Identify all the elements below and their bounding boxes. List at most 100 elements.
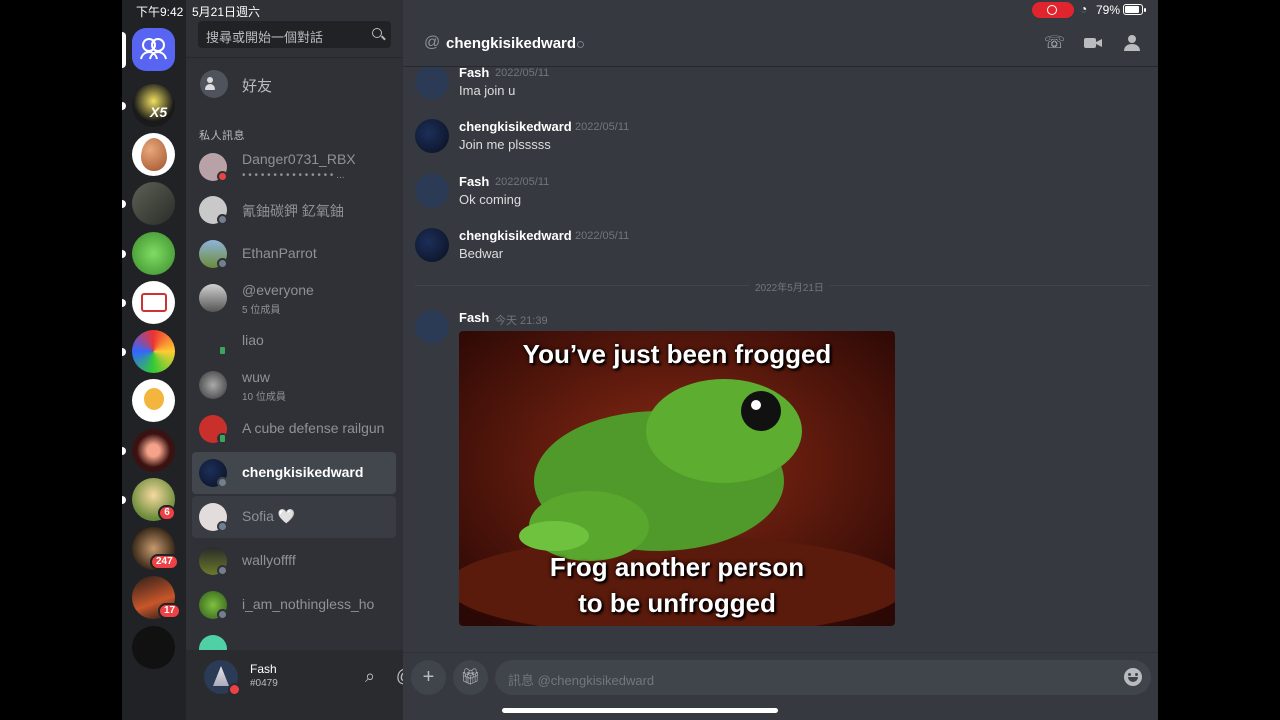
dm-name: Sofia 🤍 [242,508,296,524]
dm-item[interactable]: Sofia 🤍 [192,496,396,538]
server-icon-orb[interactable] [132,429,175,472]
message-timestamp: 2022/05/11 [495,67,550,79]
status-offline-icon [577,41,584,48]
dm-section-header: 私人訊息 [199,130,245,142]
dm-name: @everyone [242,282,314,298]
avatar[interactable] [415,310,449,344]
dm-item[interactable]: 氰鈾碳鉀 釔氧鈾 [192,189,396,231]
dm-name: EthanParrot [242,245,317,261]
dm-name: A cube defense railgun [242,420,385,436]
mention-badge: 6 [158,505,176,521]
discord-home-icon [140,38,167,60]
video-call-icon[interactable] [1083,33,1103,53]
message-text: Bedwar [459,246,504,261]
dm-item[interactable] [192,628,396,650]
message-text: Ok coming [459,192,522,207]
status-offline-icon [217,565,228,576]
group-dm-item[interactable]: @everyone 5 位成員 [192,277,396,319]
server-icon-cube[interactable] [132,330,175,373]
dm-sidebar: 搜尋或開始一個對話 好友 私人訊息 Danger0731_RBX • • • •… [186,0,403,720]
message-input[interactable]: 訊息 @chengkisikedward [495,660,1151,695]
dm-custom-status: • • • • • • • • • • • • • • • ... [242,170,345,181]
status-offline-icon [217,477,228,488]
image-attachment[interactable]: You’ve just been frogged Frog another pe… [459,331,895,626]
status-dnd-icon [228,683,241,696]
message-text: Join me plsssss [459,137,551,152]
unread-indicator [122,447,126,455]
message-timestamp: 2022/05/11 [495,176,550,188]
mention-badge: 247 [150,554,179,570]
message-author[interactable]: Fash [459,174,489,189]
friends-label: 好友 [242,78,273,95]
status-offline-icon [217,258,228,269]
search-input[interactable]: 搜尋或開始一個對話 [198,21,391,48]
avatar [199,635,227,650]
status-bar: 下午9:42 5月21日週六 ◔ 79% [122,0,1158,20]
group-dm-item[interactable]: wuw 10 位成員 [192,364,396,406]
dm-item[interactable]: i_am_nothingless_ho [192,584,396,626]
member-count: 10 位成員 [242,392,286,403]
unread-indicator [122,200,126,208]
gift-icon[interactable]: 🎁︎ [453,660,488,695]
server-icon-dark[interactable] [132,626,175,669]
at-icon: @ [424,34,441,51]
status-offline-icon [217,609,228,620]
avatar[interactable] [415,174,449,208]
server-icon-emoji[interactable] [132,379,175,422]
unread-indicator [122,102,126,110]
user-panel: Fash #0479 ⌕ @ ⚙ [186,650,448,720]
dm-item[interactable]: A cube defense railgun [192,408,396,450]
dm-item[interactable]: liao [192,320,396,362]
search-people-icon[interactable]: ⌕ [360,666,380,686]
dm-name: wallyoffff [242,552,296,568]
home-button[interactable] [132,28,175,71]
meme-caption-bottom: Frog another person [549,552,805,582]
server-icon-egg[interactable] [132,133,175,176]
meme-caption-top: You’ve just been frogged [522,339,832,369]
server-icon-x5[interactable]: X5 [132,84,175,127]
dm-item[interactable]: EthanParrot [192,233,396,275]
dm-name: chengkisikedward [242,464,364,480]
server-icon-railic[interactable] [132,281,175,324]
meme-caption-bottom-2: to be unfrogged [578,588,776,618]
dm-name: i_am_nothingless_ho [242,596,375,612]
voice-call-icon[interactable]: ☏ [1044,33,1065,53]
unread-indicator [122,250,126,258]
search-placeholder: 搜尋或開始一個對話 [206,30,324,45]
avatar[interactable] [415,65,449,99]
emoji-icon[interactable] [1124,668,1142,686]
unread-indicator [122,299,126,307]
server-icon-room[interactable] [132,182,175,225]
message-timestamp: 今天 21:39 [495,315,548,327]
message-author[interactable]: Fash [459,65,489,80]
status-dnd-icon [217,171,228,182]
dm-item-selected[interactable]: chengkisikedward [192,452,396,494]
dm-name: wuw [242,369,271,385]
friends-button[interactable]: 好友 [194,66,396,102]
battery-percent: 79% [1096,3,1121,17]
screen-record-icon [1032,2,1074,18]
user-profile-icon[interactable] [1122,33,1142,53]
status-mobile-icon [217,345,228,356]
avatar[interactable] [415,119,449,153]
date-divider-label: 2022年5月21日 [749,279,830,294]
dm-item[interactable]: wallyoffff [192,540,396,582]
message-author[interactable]: Fash [459,310,489,325]
message-input-placeholder: 訊息 @chengkisikedward [508,673,655,688]
avatar[interactable] [415,228,449,262]
wifi-icon: ◔ [1080,2,1088,16]
message-author[interactable]: chengkisikedward [459,119,572,134]
status-time: 下午9:42 [136,5,184,19]
member-count: 5 位成員 [242,305,281,316]
message-author[interactable]: chengkisikedward [459,228,572,243]
status-date: 5月21日週六 [192,5,261,19]
date-divider: 2022年5月21日 [415,279,1150,294]
dm-name: liao [242,332,264,348]
home-indicator[interactable] [502,708,778,713]
username: Fash [250,662,277,676]
unread-indicator [122,496,126,504]
dm-item[interactable]: Danger0731_RBX • • • • • • • • • • • • •… [192,146,396,188]
add-attachment-button[interactable]: + [411,660,446,695]
message-text: Ima join u [459,83,516,98]
server-icon-green[interactable] [132,232,175,275]
